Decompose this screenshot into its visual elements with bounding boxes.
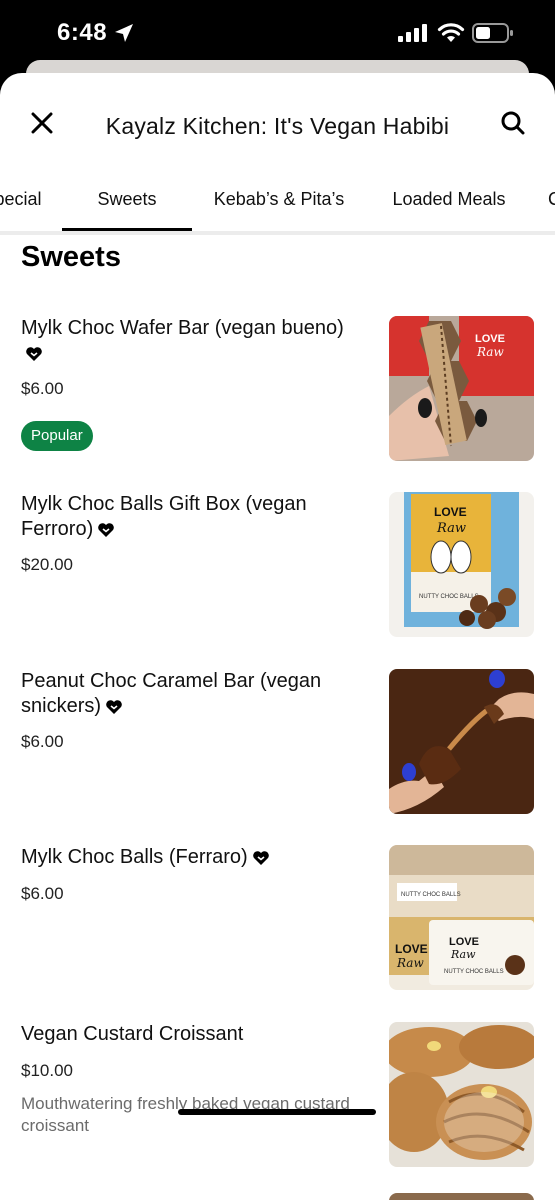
tab-sweets[interactable]: Sweets xyxy=(62,175,192,233)
location-arrow-icon xyxy=(115,24,133,42)
menu-item-gift-box[interactable]: Mylk Choc Balls Gift Box (vegan Ferroro)… xyxy=(0,492,555,648)
wifi-icon xyxy=(437,23,465,42)
brand-text: LOVE xyxy=(475,333,505,345)
wafer-bar-photo: LOVE Raw xyxy=(389,316,534,461)
item-price: $6.00 xyxy=(21,884,64,903)
item-price: $6.00 xyxy=(21,732,64,751)
item-image-choc-balls: LOVE Raw LOVE Raw NUTTY CHOC BALLS NUTTY… xyxy=(389,845,534,990)
brand-text-script: Raw xyxy=(436,521,466,536)
category-tabs: Special Sweets Kebab’s & Pita’s Loaded M… xyxy=(0,175,555,237)
close-button[interactable] xyxy=(22,103,62,143)
search-icon xyxy=(501,111,525,135)
gift-box-photo: LOVE Raw NUTTY CHOC BALLS xyxy=(389,492,534,637)
heart-icon xyxy=(26,346,42,361)
item-name: Mylk Choc Balls (Ferraro) xyxy=(21,845,351,870)
search-button[interactable] xyxy=(493,103,533,143)
tab-special[interactable]: Special xyxy=(0,175,62,233)
item-image-wafer-bar: LOVE Raw xyxy=(389,316,534,461)
box-label: NUTTY CHOC BALLS xyxy=(419,594,479,600)
tabs-divider xyxy=(0,231,555,235)
peanut-bar-photo xyxy=(389,669,534,814)
tab-kebabs-pitas[interactable]: Kebab’s & Pita’s xyxy=(204,175,354,233)
brand-text: LOVE xyxy=(449,936,479,948)
status-time: 6:48 xyxy=(57,19,108,46)
box-label: NUTTY CHOC BALLS xyxy=(444,969,504,975)
item-name: Peanut Choc Caramel Bar (vegan snickers) xyxy=(21,670,322,717)
item-image-gift-box: LOVE Raw NUTTY CHOC BALLS xyxy=(389,492,534,637)
item-image-custard-croissant xyxy=(389,1022,534,1167)
store-menu-sheet: Kayalz Kitchen: It's Vegan Habibi Specia… xyxy=(0,73,555,1200)
croissant-photo xyxy=(389,1022,534,1167)
choc-balls-photo: LOVE Raw LOVE Raw NUTTY CHOC BALLS NUTTY… xyxy=(389,845,534,990)
item-image-peanut-bar xyxy=(389,669,534,814)
close-icon xyxy=(31,112,53,134)
heart-icon xyxy=(106,699,122,714)
item-name: Vegan Custard Croissant xyxy=(21,1023,244,1045)
store-title: Kayalz Kitchen: It's Vegan Habibi xyxy=(105,113,450,139)
heart-icon xyxy=(252,850,269,865)
item-price: $6.00 xyxy=(21,379,64,398)
menu-item-wafer-bar[interactable]: Mylk Choc Wafer Bar (vegan bueno) $6.00 … xyxy=(0,316,555,472)
menu-item-peanut-bar[interactable]: Peanut Choc Caramel Bar (vegan snickers)… xyxy=(0,669,555,825)
menu-item-choc-balls[interactable]: Mylk Choc Balls (Ferraro) $6.00 LOVE Raw… xyxy=(0,845,555,1001)
brand-text-script: Raw xyxy=(476,345,504,359)
brand-text: LOVE xyxy=(395,942,428,956)
cellular-signal-icon xyxy=(398,24,427,42)
brand-text: LOVE xyxy=(434,505,467,519)
brand-text-script: Raw xyxy=(396,956,424,970)
box-label: NUTTY CHOC BALLS xyxy=(401,892,461,898)
brand-text-script: Raw xyxy=(450,948,476,961)
section-title: Sweets xyxy=(21,241,121,273)
popular-badge: Popular xyxy=(21,421,93,451)
item-price: $20.00 xyxy=(21,555,73,574)
heart-icon xyxy=(98,522,115,537)
item-name: Mylk Choc Wafer Bar (vegan bueno) xyxy=(21,316,351,366)
tab-loaded-meals[interactable]: Loaded Meals xyxy=(380,175,518,233)
home-indicator[interactable] xyxy=(178,1109,376,1115)
item-image-next-peek xyxy=(389,1193,534,1200)
menu-item-custard-croissant[interactable]: Vegan Custard Croissant $10.00 Mouthwate… xyxy=(0,1022,555,1178)
battery-icon xyxy=(472,23,513,43)
tab-next-category[interactable]: C xyxy=(548,175,555,233)
item-description: Mouthwatering freshly baked vegan custar… xyxy=(21,1094,350,1135)
item-name: Mylk Choc Balls Gift Box (vegan Ferroro) xyxy=(21,493,307,540)
item-price: $10.00 xyxy=(21,1061,73,1080)
